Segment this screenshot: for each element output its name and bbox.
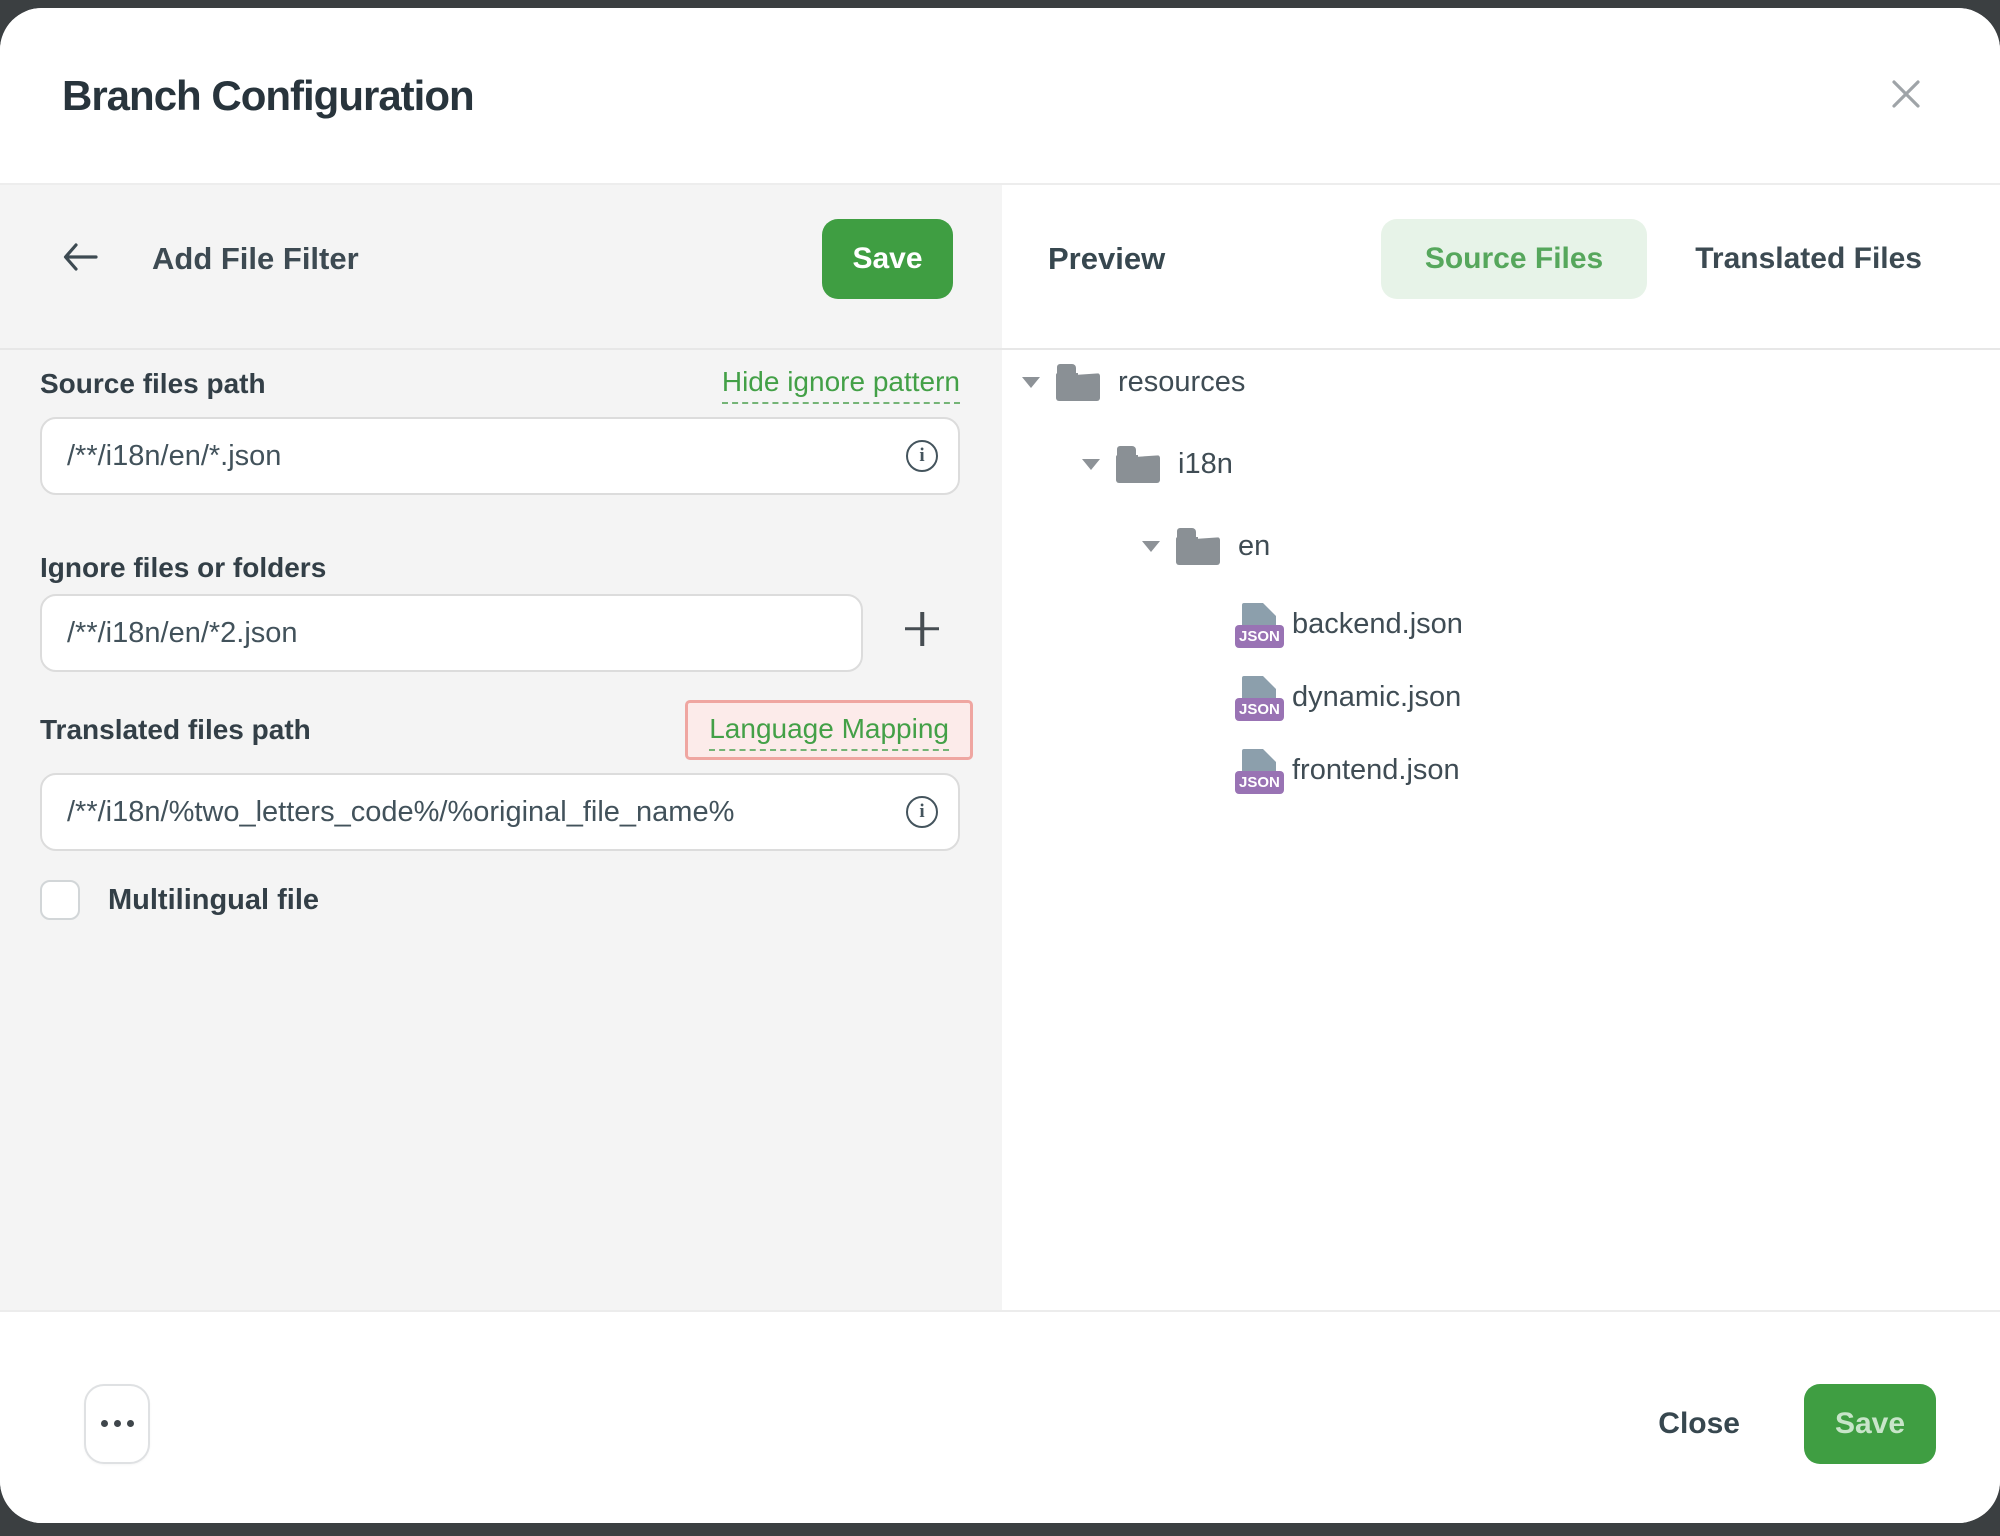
- filter-panel-title: Add File Filter: [152, 241, 359, 277]
- close-button[interactable]: Close: [1658, 1407, 1740, 1441]
- preview-file-tree: resources i18n en JSON backend.json: [1002, 350, 2000, 1310]
- info-icon[interactable]: [906, 796, 938, 828]
- tab-source-files[interactable]: Source Files: [1381, 219, 1647, 299]
- multilingual-file-checkbox[interactable]: [40, 880, 80, 920]
- modal-title: Branch Configuration: [62, 72, 474, 120]
- caret-down-icon[interactable]: [1082, 459, 1100, 470]
- tree-row-file[interactable]: JSON frontend.json: [1002, 738, 2000, 802]
- caret-down-icon[interactable]: [1142, 541, 1160, 552]
- folder-icon: [1176, 528, 1220, 565]
- preview-subheader: Preview Source Files Translated Files: [1002, 185, 2000, 348]
- close-modal-button[interactable]: [1884, 74, 1928, 118]
- caret-down-icon[interactable]: [1022, 377, 1040, 388]
- modal-footer: Close Save: [0, 1310, 2000, 1523]
- modal-content: Source files path Hide ignore pattern Ig…: [0, 350, 2000, 1310]
- preview-title: Preview: [1048, 241, 1165, 277]
- branch-configuration-modal: Branch Configuration Add File Filter Sav…: [0, 8, 2000, 1523]
- ignore-files-input[interactable]: [40, 594, 863, 672]
- json-file-icon: JSON: [1242, 676, 1276, 718]
- tree-row-folder[interactable]: en: [1002, 514, 2000, 578]
- language-mapping-link[interactable]: Language Mapping: [709, 713, 949, 751]
- folder-icon: [1116, 446, 1160, 483]
- modal-subheader: Add File Filter Save Preview Source File…: [0, 183, 2000, 350]
- json-file-icon: JSON: [1242, 603, 1276, 645]
- add-ignore-pattern-button[interactable]: [902, 609, 942, 649]
- translated-files-path-label: Translated files path: [40, 710, 311, 750]
- multilingual-file-label: Multilingual file: [108, 884, 319, 917]
- tree-row-file[interactable]: JSON dynamic.json: [1002, 665, 2000, 729]
- back-arrow-icon: [62, 242, 98, 275]
- close-icon: [1890, 78, 1922, 113]
- filter-save-button[interactable]: Save: [822, 219, 953, 299]
- more-options-button[interactable]: [84, 1384, 150, 1464]
- source-files-path-label: Source files path: [40, 364, 266, 404]
- tree-row-folder[interactable]: resources: [1002, 350, 2000, 414]
- back-button[interactable]: [62, 239, 102, 279]
- source-files-path-input[interactable]: [40, 417, 960, 495]
- tab-translated-files[interactable]: Translated Files: [1695, 242, 1922, 276]
- folder-icon: [1056, 364, 1100, 401]
- info-icon[interactable]: [906, 440, 938, 472]
- filter-subheader: Add File Filter Save: [0, 185, 1002, 348]
- tree-row-file[interactable]: JSON backend.json: [1002, 592, 2000, 656]
- ignore-files-label: Ignore files or folders: [40, 551, 326, 585]
- ellipsis-icon: [101, 1420, 108, 1427]
- file-filter-form: Source files path Hide ignore pattern Ig…: [0, 350, 1002, 1310]
- tree-row-folder[interactable]: i18n: [1002, 432, 2000, 496]
- modal-header: Branch Configuration: [0, 8, 2000, 183]
- language-mapping-highlight: Language Mapping: [685, 700, 973, 760]
- hide-ignore-pattern-link[interactable]: Hide ignore pattern: [722, 367, 960, 404]
- save-button[interactable]: Save: [1804, 1384, 1936, 1464]
- translated-files-path-input[interactable]: [40, 773, 960, 851]
- json-file-icon: JSON: [1242, 749, 1276, 791]
